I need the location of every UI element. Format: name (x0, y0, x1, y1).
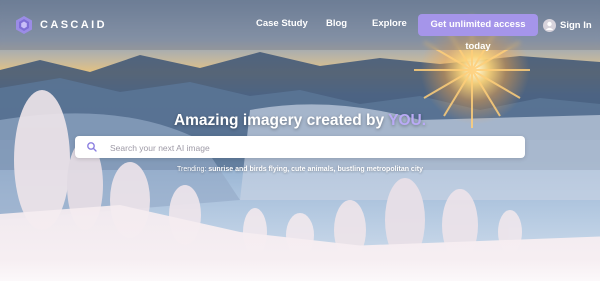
hexagon-logo-icon (16, 16, 32, 34)
user-avatar-icon (543, 18, 556, 32)
nav-link-explore[interactable]: Explore (372, 18, 407, 29)
brand-name: CASCAID (40, 19, 107, 31)
search-icon (87, 142, 97, 152)
search-bar[interactable] (75, 136, 525, 158)
trending-label: Trending: (177, 166, 207, 173)
search-input[interactable] (108, 139, 512, 157)
get-unlimited-access-button[interactable]: Get unlimited access today (418, 14, 538, 52)
trending-searches: Trending: sunrise and birds flying, cute… (0, 166, 600, 173)
sign-in-button[interactable]: Sign In (543, 17, 592, 33)
headline-highlight: YOU. (388, 112, 427, 129)
sign-in-label: Sign In (560, 19, 592, 31)
brand-logo[interactable]: CASCAID (14, 14, 107, 36)
trending-term-metropolitan-city[interactable]: bustling metropolitan city (337, 166, 423, 173)
hero-headline: Amazing imagery created by YOU. (0, 112, 600, 130)
top-navigation-bar: CASCAID Case Study Blog Explore Get unli… (0, 0, 600, 52)
nav-link-case-study[interactable]: Case Study (256, 18, 308, 29)
page: CASCAID Case Study Blog Explore Get unli… (0, 0, 600, 281)
headline-text: Amazing imagery created by (173, 112, 389, 129)
trending-term-cute-animals[interactable]: cute animals (291, 166, 333, 173)
nav-link-blog[interactable]: Blog (326, 18, 347, 29)
trending-term-sunrise[interactable]: sunrise and birds flying (208, 166, 287, 173)
